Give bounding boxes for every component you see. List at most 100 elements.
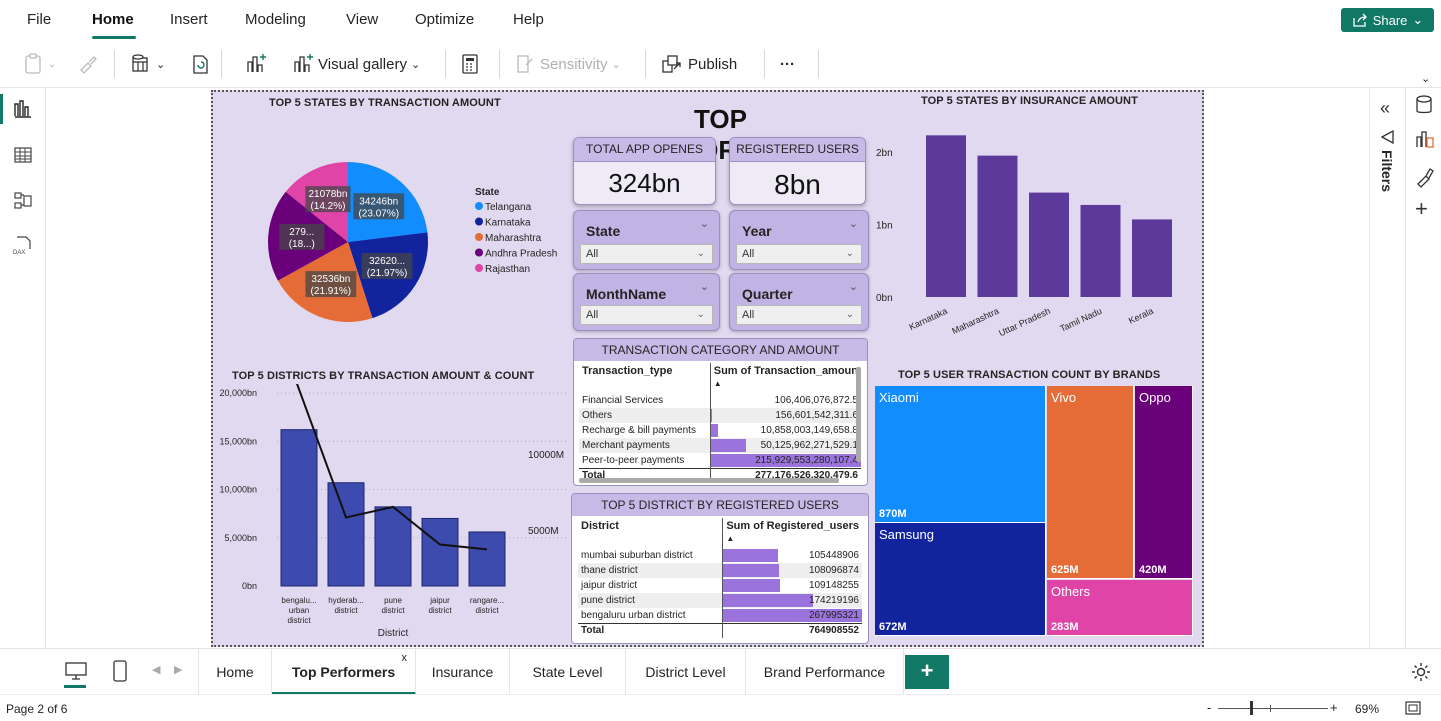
menu-optimize[interactable]: Optimize bbox=[415, 11, 474, 28]
desktop-layout-icon[interactable] bbox=[64, 661, 88, 681]
settings-gear-icon[interactable] bbox=[1410, 661, 1432, 683]
scroll-right-icon[interactable]: ▶ bbox=[174, 663, 182, 676]
district-combo-chart[interactable]: 20,000bn 15,000bn 10,000bn 5,000bn 0bn 10000M… bbox=[213, 384, 573, 644]
vertical-scrollbar[interactable] bbox=[856, 367, 861, 462]
brand-treemap[interactable]: Xiaomi 870M Samsung 672M Vivo 625M Oppo 420M Oth… bbox=[875, 386, 1193, 636]
menu-home[interactable]: Home bbox=[92, 11, 134, 28]
chevron-down-icon[interactable]: ⌄ bbox=[700, 217, 709, 230]
bar[interactable] bbox=[926, 135, 966, 297]
tab-home[interactable]: Home bbox=[198, 649, 272, 695]
pie-chart[interactable]: 34246bn(23.07%) 32620...(21.97%) 32536bn(2… bbox=[253, 137, 583, 337]
dax-query-view-icon[interactable]: DAX bbox=[12, 234, 34, 256]
table-row[interactable]: Financial Services 106,406,076,872.5 bbox=[579, 393, 861, 408]
table-view-icon[interactable] bbox=[12, 144, 34, 166]
column-header[interactable]: Transaction_type bbox=[579, 363, 710, 393]
expand-pane-icon[interactable]: « bbox=[1380, 98, 1390, 119]
new-visual-button[interactable] bbox=[245, 52, 267, 76]
bar[interactable] bbox=[1132, 219, 1172, 297]
state-dropdown[interactable]: All ⌄ bbox=[580, 244, 713, 264]
treemap-tile[interactable]: Xiaomi 870M bbox=[875, 386, 1046, 523]
treemap-tile[interactable]: Vivo 625M bbox=[1047, 386, 1134, 579]
more-options-button[interactable]: ··· bbox=[780, 52, 795, 76]
bar[interactable] bbox=[468, 531, 506, 587]
month-slicer[interactable]: MonthName ⌄ All ⌄ bbox=[573, 273, 720, 331]
table-row[interactable]: Others 156,601,542,311.6 bbox=[579, 408, 861, 423]
report-view-icon[interactable] bbox=[12, 98, 34, 120]
quarter-dropdown[interactable]: All ⌄ bbox=[736, 305, 862, 325]
menu-help[interactable]: Help bbox=[513, 11, 544, 28]
quarter-slicer[interactable]: Quarter ⌄ All ⌄ bbox=[729, 273, 869, 331]
table-row[interactable]: mumbai suburban district 105448906 bbox=[578, 548, 862, 563]
year-slicer[interactable]: Year ⌄ All ⌄ bbox=[729, 210, 869, 270]
menu-file[interactable]: File bbox=[27, 11, 51, 28]
share-button[interactable]: Share ⌄ bbox=[1341, 8, 1434, 32]
year-dropdown[interactable]: All ⌄ bbox=[736, 244, 862, 264]
filters-label[interactable]: Filters bbox=[1379, 150, 1395, 192]
publish-button[interactable]: Publish bbox=[660, 52, 737, 76]
paste-button[interactable]: ⌄ bbox=[24, 52, 56, 76]
chevron-down-icon[interactable]: ⌄ bbox=[849, 217, 858, 230]
legend-item: Andhra Pradesh bbox=[485, 249, 557, 260]
table-row[interactable]: pune district 174219196 bbox=[578, 593, 862, 608]
visual-gallery-button[interactable]: Visual gallery ⌄ bbox=[292, 52, 420, 76]
treemap-tile[interactable]: Samsung 672M bbox=[875, 523, 1046, 636]
menu-view[interactable]: View bbox=[346, 11, 378, 28]
tab-top-performers[interactable]: Top Performers x bbox=[272, 649, 416, 695]
table-row[interactable]: Merchant payments 50,125,962,271,529.1 bbox=[579, 438, 861, 453]
format-pane-icon[interactable] bbox=[1414, 166, 1436, 188]
close-tab-icon[interactable]: x bbox=[402, 635, 408, 681]
state-slicer[interactable]: State ⌄ All ⌄ bbox=[573, 210, 720, 270]
bar[interactable] bbox=[977, 155, 1018, 297]
scroll-left-icon[interactable]: ◀ bbox=[152, 663, 160, 676]
bar[interactable] bbox=[1080, 204, 1121, 297]
tab-district-level[interactable]: District Level bbox=[626, 649, 746, 695]
column-header[interactable]: Sum of Registered_users ▲ bbox=[722, 518, 862, 548]
bar[interactable] bbox=[421, 517, 459, 587]
category-table[interactable]: TRANSACTION CATEGORY AND AMOUNT Transact… bbox=[573, 338, 868, 486]
refresh-button[interactable] bbox=[190, 52, 210, 76]
insurance-bar-chart[interactable]: 2bn 1bn 0bn Karnataka MaharashtraUttar Prade… bbox=[868, 122, 1198, 352]
table-row[interactable]: Recharge & bill payments 10,858,003,149,6… bbox=[579, 423, 861, 438]
tab-state-level[interactable]: State Level bbox=[510, 649, 626, 695]
add-pane-icon[interactable]: + bbox=[1415, 196, 1428, 222]
zoom-slider-thumb[interactable] bbox=[1250, 701, 1253, 715]
menu-modeling[interactable]: Modeling bbox=[245, 11, 306, 28]
bar[interactable] bbox=[280, 429, 318, 587]
format-painter-button[interactable] bbox=[78, 52, 98, 76]
zoom-in-button[interactable]: + bbox=[1330, 700, 1338, 715]
tab-brand-performance[interactable]: Brand Performance bbox=[746, 649, 904, 695]
horizontal-scrollbar[interactable] bbox=[579, 478, 839, 483]
registered-users-card[interactable]: REGISTERED USERS 8bn bbox=[729, 137, 866, 205]
mobile-layout-icon[interactable] bbox=[112, 659, 128, 683]
app-opens-card[interactable]: TOTAL APP OPENES 324bn bbox=[573, 137, 716, 205]
bar[interactable] bbox=[327, 482, 365, 587]
chevron-down-icon[interactable]: ⌄ bbox=[700, 280, 709, 293]
fit-to-page-icon[interactable] bbox=[1404, 700, 1422, 716]
table-row[interactable]: thane district 108096874 bbox=[578, 563, 862, 578]
visualizations-pane-icon[interactable] bbox=[1414, 128, 1436, 150]
model-view-icon[interactable] bbox=[12, 190, 34, 212]
table-row[interactable]: jaipur district 109148255 bbox=[578, 578, 862, 593]
treemap-tile[interactable]: Oppo 420M bbox=[1135, 386, 1193, 579]
column-header[interactable]: District bbox=[578, 518, 723, 548]
publish-label: Publish bbox=[688, 55, 738, 73]
ribbon-expand-chevron-icon[interactable]: ⌄ bbox=[1421, 66, 1430, 90]
bar[interactable] bbox=[1029, 192, 1069, 297]
column-header[interactable]: Sum of Transaction_amoun ▲ bbox=[709, 363, 861, 393]
total-label: Total bbox=[578, 622, 723, 638]
treemap-tile[interactable]: Others 283M bbox=[1047, 580, 1193, 636]
bar[interactable] bbox=[374, 506, 412, 587]
chevron-down-icon[interactable]: ⌄ bbox=[849, 280, 858, 293]
data-pane-icon[interactable] bbox=[1414, 94, 1434, 116]
get-data-button[interactable]: ⌄ bbox=[130, 52, 165, 76]
month-dropdown[interactable]: All ⌄ bbox=[580, 305, 713, 325]
table-row[interactable]: Peer-to-peer payments 215,929,553,280,107… bbox=[579, 453, 861, 468]
registered-users-table[interactable]: TOP 5 DISTRICT BY REGISTERED USERS Distr… bbox=[571, 493, 869, 644]
zoom-slider-track[interactable] bbox=[1218, 708, 1328, 709]
zoom-out-button[interactable]: - bbox=[1207, 700, 1211, 715]
tab-insurance[interactable]: Insurance bbox=[416, 649, 510, 695]
calculation-button[interactable] bbox=[460, 52, 480, 76]
add-page-button[interactable]: + bbox=[905, 655, 949, 689]
menu-insert[interactable]: Insert bbox=[170, 11, 208, 28]
table-row[interactable]: bengaluru urban district 267995321 bbox=[578, 608, 862, 623]
